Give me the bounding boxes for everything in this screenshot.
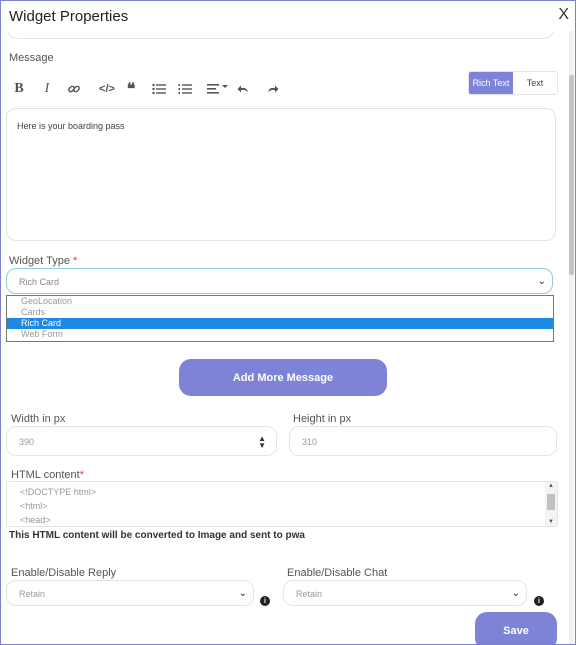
chevron-down-icon: ⌄ xyxy=(537,276,546,287)
widget-properties-dialog: Widget Properties X Message B I </> ❝ Ri… xyxy=(0,0,576,645)
previous-field xyxy=(7,31,554,39)
add-more-message-button[interactable]: Add More Message xyxy=(179,359,387,396)
undo-icon[interactable] xyxy=(234,79,254,99)
redo-icon[interactable] xyxy=(262,79,282,99)
dialog-titlebar: Widget Properties X xyxy=(1,1,575,31)
widget-type-select[interactable]: Rich Card ⌄ xyxy=(6,268,553,294)
message-editor[interactable]: Here is your boarding pass xyxy=(6,108,556,241)
reply-label: Enable/Disable Reply xyxy=(11,567,117,579)
required-mark: * xyxy=(79,469,84,481)
stepper-icon[interactable]: ▲ ▼ xyxy=(258,435,266,450)
width-label: Width in px xyxy=(11,413,66,425)
required-mark: * xyxy=(73,255,78,267)
widget-type-label: Widget Type * xyxy=(9,255,77,267)
chevron-down-icon: ⌄ xyxy=(238,588,247,599)
width-value: 390 xyxy=(19,437,35,447)
option-rich-card[interactable]: Rich Card xyxy=(7,318,553,329)
chat-value: Retain xyxy=(296,589,323,599)
dialog-body: Message B I </> ❝ Rich Text Text Here is… xyxy=(1,31,575,644)
dialog-title: Widget Properties xyxy=(9,8,129,25)
reply-select[interactable]: Retain ⌄ xyxy=(6,580,254,606)
widget-type-label-text: Widget Type xyxy=(9,255,70,267)
option-cards[interactable]: Cards xyxy=(7,307,553,318)
info-icon[interactable]: i xyxy=(534,596,544,606)
scroll-thumb[interactable] xyxy=(547,494,555,510)
option-geolocation[interactable]: GeoLocation xyxy=(7,296,553,307)
width-input[interactable]: 390 ▲ ▼ xyxy=(6,426,277,456)
dialog-scroll-thumb[interactable] xyxy=(569,75,574,275)
textarea-scrollbar[interactable]: ▲ ▼ xyxy=(545,482,557,526)
height-input[interactable]: 310 xyxy=(289,426,557,456)
code-lines: <!DOCTYPE html> <html> <head> xyxy=(7,482,557,526)
code-line: <html> xyxy=(20,501,48,511)
scroll-down-icon[interactable]: ▼ xyxy=(545,519,557,525)
reply-value: Retain xyxy=(19,589,46,599)
chat-label: Enable/Disable Chat xyxy=(287,567,388,579)
html-content-note: This HTML content will be converted to I… xyxy=(9,530,305,541)
code-line: <!DOCTYPE html> xyxy=(20,487,97,497)
message-label: Message xyxy=(9,52,54,64)
text-mode-button[interactable]: Text xyxy=(513,72,557,94)
numbered-list-icon[interactable] xyxy=(175,79,195,99)
option-web-form[interactable]: Web Form xyxy=(7,329,553,340)
save-button[interactable]: Save xyxy=(475,612,557,644)
code-icon[interactable]: </> xyxy=(93,79,121,99)
message-content: Here is your boarding pass xyxy=(17,121,125,131)
link-icon[interactable] xyxy=(64,79,84,99)
code-line: <head> xyxy=(20,515,51,525)
bold-icon[interactable]: B xyxy=(9,79,29,99)
dialog-scrollbar[interactable] xyxy=(569,31,574,644)
chevron-down-icon: ⌄ xyxy=(511,588,520,599)
html-content-textarea[interactable]: <!DOCTYPE html> <html> <head> ▲ ▼ xyxy=(6,481,558,527)
italic-icon[interactable]: I xyxy=(37,79,57,99)
html-content-label: HTML content* xyxy=(11,469,84,481)
widget-type-selected-value: Rich Card xyxy=(19,277,60,287)
editor-mode-toggle: Rich Text Text xyxy=(468,71,558,95)
align-dropdown-icon[interactable] xyxy=(205,79,233,99)
rich-text-mode-button[interactable]: Rich Text xyxy=(469,72,513,94)
bullet-list-icon[interactable] xyxy=(149,79,169,99)
scroll-up-icon[interactable]: ▲ xyxy=(545,483,557,489)
chat-select[interactable]: Retain ⌄ xyxy=(283,580,527,606)
html-content-label-text: HTML content xyxy=(11,469,80,481)
info-icon[interactable]: i xyxy=(260,596,270,606)
close-button[interactable]: X xyxy=(558,6,569,24)
quote-icon[interactable]: ❝ xyxy=(121,79,141,99)
widget-type-options: GeoLocation Cards Rich Card Web Form xyxy=(6,295,554,342)
height-value: 310 xyxy=(302,437,318,447)
height-label: Height in px xyxy=(293,413,352,425)
